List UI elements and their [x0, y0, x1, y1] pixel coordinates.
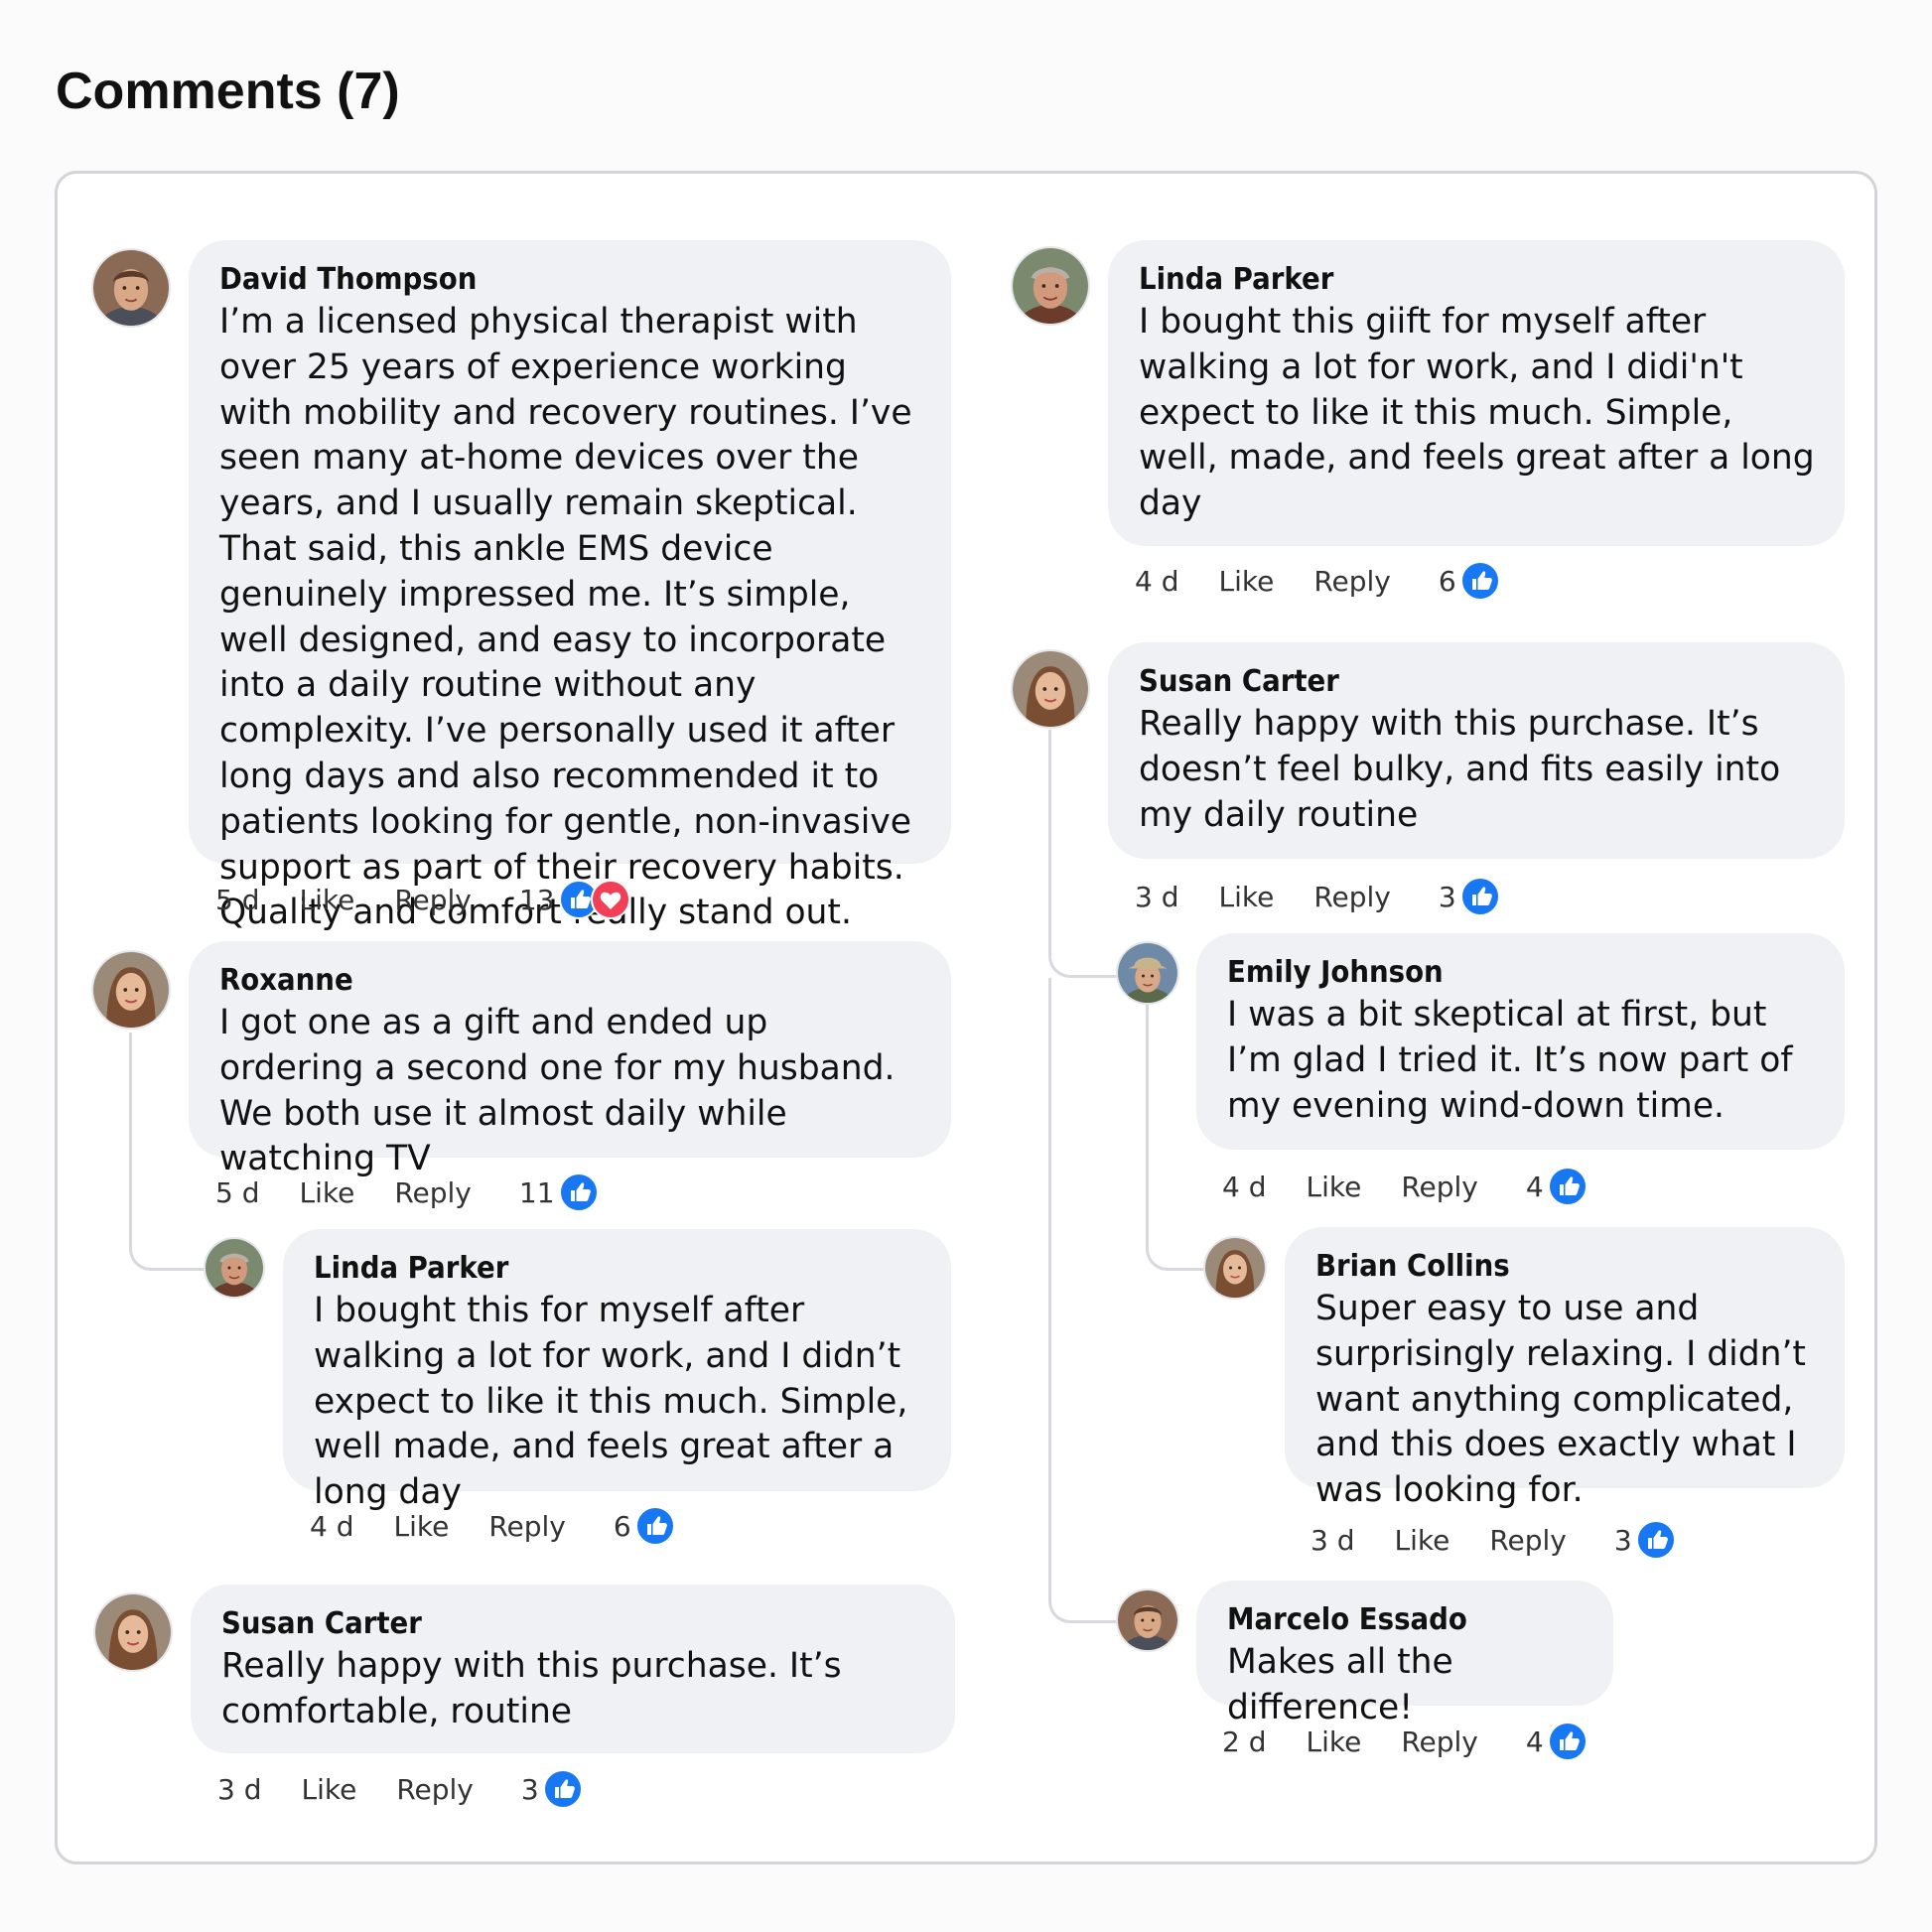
comment-text: I bought this giift for myself after wal…	[1139, 302, 1815, 524]
reply-button[interactable]: Reply	[1313, 881, 1391, 913]
comment-bubble: Linda Parker I bought this for myself af…	[283, 1229, 951, 1512]
avatar[interactable]	[1011, 649, 1090, 729]
comment-author[interactable]: Susan Carter	[221, 1604, 869, 1644]
thumbs-up-icon	[559, 1173, 599, 1212]
comment-actions: 4 d Like Reply 6	[1135, 558, 1500, 604]
reaction-count[interactable]: 13	[519, 884, 555, 916]
thumbs-up-icon	[1548, 1722, 1587, 1761]
avatar[interactable]	[93, 1592, 173, 1672]
comment-timestamp: 3 d	[217, 1772, 262, 1806]
avatar[interactable]	[91, 248, 171, 328]
reaction-count[interactable]: 3	[521, 1773, 539, 1806]
comment-timestamp: 3 d	[1311, 1523, 1355, 1557]
reply-button[interactable]: Reply	[1401, 1725, 1478, 1758]
avatar[interactable]	[1011, 246, 1090, 326]
comment-actions: 5 d Like Reply 11	[215, 1170, 599, 1215]
comment-actions: 3 d Like Reply 3	[1311, 1517, 1676, 1563]
comment-actions: 2 d Like Reply 4	[1222, 1719, 1587, 1764]
reaction-count[interactable]: 6	[1439, 565, 1456, 598]
comment-actions: 3 d Like Reply 3	[1135, 874, 1500, 919]
comment-bubble: Linda Parker I bought this giift for mys…	[1108, 240, 1845, 546]
like-button[interactable]: Like	[302, 1773, 357, 1806]
reply-button[interactable]: Reply	[396, 1773, 474, 1806]
reaction-count[interactable]: 4	[1526, 1171, 1544, 1203]
like-button[interactable]: Like	[1307, 1725, 1362, 1758]
like-button[interactable]: Like	[1307, 1171, 1362, 1203]
comment-bubble: Marcelo Essado Makes all the difference!	[1196, 1581, 1613, 1727]
comment-bubble: Brian Collins Super easy to use and surp…	[1285, 1227, 1845, 1510]
like-button[interactable]: Like	[394, 1510, 450, 1543]
reply-button[interactable]: Reply	[394, 884, 472, 916]
like-button[interactable]: Like	[1395, 1524, 1450, 1557]
thumbs-up-icon	[1460, 561, 1500, 601]
thumbs-up-icon	[1548, 1167, 1587, 1206]
page-title: Comments (7)	[56, 63, 400, 120]
comment-author[interactable]: Susan Carter	[1139, 662, 1761, 702]
thumbs-up-icon	[1636, 1520, 1676, 1560]
avatar[interactable]	[1116, 1588, 1179, 1652]
comment-author[interactable]: David Thompson	[219, 260, 865, 300]
comment-timestamp: 4 d	[1222, 1170, 1267, 1203]
comment-text: Makes all the difference!	[1227, 1642, 1453, 1727]
reply-button[interactable]: Reply	[1489, 1524, 1567, 1557]
comment-timestamp: 4 d	[310, 1509, 354, 1543]
comment-bubble: Susan Carter Really happy with this purc…	[191, 1585, 955, 1753]
avatar[interactable]	[1203, 1236, 1267, 1300]
comment-timestamp: 4 d	[1135, 564, 1179, 598]
comment-timestamp: 2 d	[1222, 1725, 1267, 1758]
comment-text: Really happy with this purchase. It’s do…	[1139, 704, 1781, 835]
comment-actions: 4 d Like Reply 6	[310, 1503, 675, 1549]
like-button[interactable]: Like	[300, 884, 355, 916]
like-button[interactable]: Like	[300, 1176, 355, 1209]
avatar[interactable]	[204, 1237, 265, 1299]
comment-text: I’m a licensed physical therapist with o…	[219, 302, 912, 933]
comment-text: I was a bit skeptical at first, but I’m …	[1227, 995, 1793, 1126]
comment-author[interactable]: Marcelo Essado	[1227, 1600, 1555, 1640]
comment-author[interactable]: Emily Johnson	[1227, 953, 1768, 993]
comment-text: Super easy to use and surprisingly relax…	[1315, 1289, 1806, 1511]
reaction-count[interactable]: 6	[614, 1510, 631, 1543]
like-button[interactable]: Like	[1219, 565, 1275, 598]
comment-actions: 4 d Like Reply 4	[1222, 1164, 1587, 1209]
reaction-count[interactable]: 11	[519, 1176, 555, 1209]
comment-bubble: Emily Johnson I was a bit skeptical at f…	[1196, 933, 1845, 1150]
comment-timestamp: 3 d	[1135, 880, 1179, 913]
comment-bubble: Susan Carter Really happy with this purc…	[1108, 642, 1845, 859]
reply-button[interactable]: Reply	[394, 1176, 472, 1209]
thread-connector	[1048, 978, 1120, 1623]
reply-button[interactable]: Reply	[488, 1510, 566, 1543]
reply-button[interactable]: Reply	[1313, 565, 1391, 598]
comment-text: I got one as a gift and ended up orderin…	[219, 1003, 896, 1179]
comment-bubble: David Thompson I’m a licensed physical t…	[189, 240, 951, 932]
thumbs-up-icon	[1460, 877, 1500, 916]
heart-icon	[591, 880, 630, 919]
comment-text: I bought this for myself after walking a…	[314, 1291, 908, 1513]
reaction-count[interactable]: 4	[1526, 1725, 1544, 1758]
avatar[interactable]	[1116, 941, 1179, 1005]
avatar[interactable]	[91, 950, 171, 1030]
comment-bubble: Roxanne I got one as a gift and ended up…	[189, 941, 951, 1178]
comment-author[interactable]: Linda Parker	[314, 1249, 873, 1289]
thumbs-up-icon	[635, 1506, 675, 1546]
comment-author[interactable]: Linda Parker	[1139, 260, 1761, 300]
like-button[interactable]: Like	[1219, 881, 1275, 913]
reply-button[interactable]: Reply	[1401, 1171, 1478, 1203]
reaction-count[interactable]: 3	[1439, 881, 1456, 913]
thumbs-up-icon	[543, 1769, 583, 1809]
comment-timestamp: 5 d	[215, 1175, 260, 1209]
comment-text: Really happy with this purchase. It’s co…	[221, 1646, 842, 1731]
comment-actions: 3 d Like Reply 3	[217, 1766, 583, 1812]
comment-author[interactable]: Brian Collins	[1315, 1247, 1775, 1287]
comment-timestamp: 5 d	[215, 883, 260, 916]
reaction-count[interactable]: 3	[1614, 1524, 1632, 1557]
comment-actions: 5 d Like Reply 13	[215, 877, 630, 922]
comment-author[interactable]: Roxanne	[219, 961, 865, 1001]
